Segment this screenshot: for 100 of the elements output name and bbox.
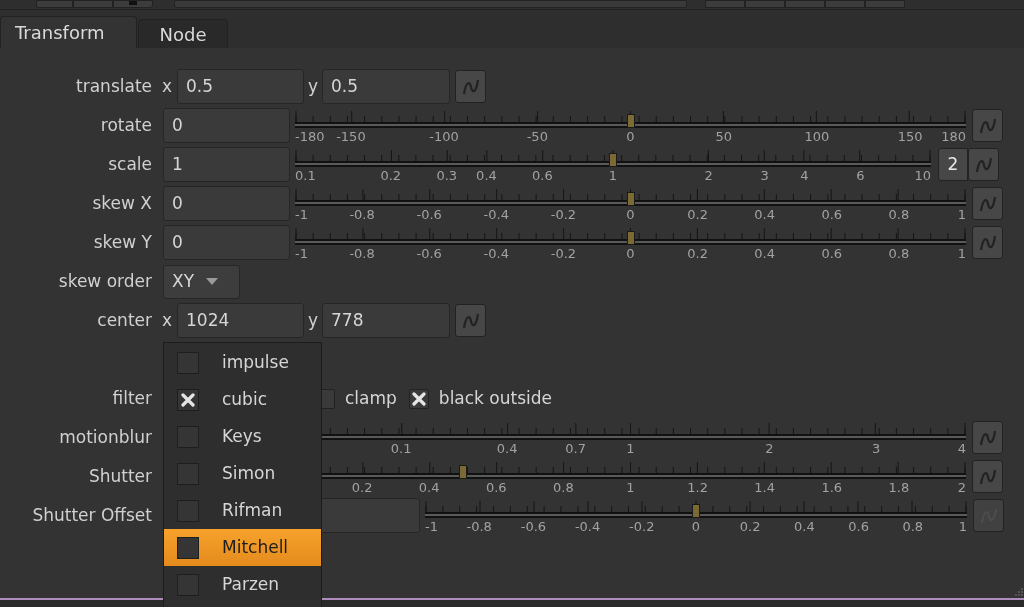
- value-field[interactable]: 0: [163, 186, 290, 221]
- tick-label: 1.8: [888, 480, 910, 495]
- axis-label: y: [308, 74, 320, 98]
- toolbar-button[interactable]: [825, 0, 865, 8]
- axis-label: y: [308, 308, 320, 332]
- menu-item[interactable]: Keys: [164, 418, 321, 455]
- toolbar-button[interactable]: [745, 0, 785, 8]
- tick-label: -0.4: [483, 207, 509, 222]
- knob-label: Shutter: [88, 464, 152, 488]
- slider-thumb[interactable]: [626, 192, 635, 206]
- menu-item[interactable]: Parzen: [164, 566, 321, 603]
- animation-button[interactable]: [968, 148, 999, 181]
- checkbox[interactable]: [408, 388, 429, 409]
- knob-label: filter: [112, 386, 152, 410]
- animation-button[interactable]: [972, 109, 1003, 142]
- animation-button[interactable]: [972, 460, 1003, 493]
- tick-label: 100: [804, 129, 830, 144]
- knob-label: skew X: [92, 191, 152, 215]
- tick-label: 1: [608, 168, 618, 183]
- value-field[interactable]: 0: [163, 225, 290, 260]
- animation-button[interactable]: [972, 226, 1003, 259]
- tick-label: 0.4: [754, 207, 776, 222]
- tick-label: -180: [295, 129, 325, 144]
- tick-label: 0.4: [794, 519, 815, 534]
- tick-label: -0.6: [416, 207, 442, 222]
- tick-label: -1: [295, 246, 308, 261]
- animation-button[interactable]: [455, 70, 486, 103]
- tick-label: -0.2: [629, 519, 655, 534]
- value-field[interactable]: 0.5: [177, 69, 304, 104]
- value-field[interactable]: 0.5: [322, 69, 450, 104]
- knob-label: rotate: [100, 113, 152, 137]
- checkbox-label: clamp: [345, 386, 397, 410]
- axis-label: x: [162, 74, 174, 98]
- slider-thumb[interactable]: [626, 231, 635, 245]
- knob-label: translate: [76, 74, 152, 98]
- tick-label: -0.4: [574, 519, 601, 534]
- tick-label: 0: [626, 129, 635, 144]
- tick-label: 0.8: [553, 480, 574, 495]
- tick-label: 0.1: [390, 441, 412, 456]
- tab[interactable]: Node: [138, 19, 228, 48]
- knob-label: motionblur: [59, 425, 152, 449]
- tick-label: -0.2: [550, 246, 577, 261]
- tick-label: 50: [715, 129, 732, 144]
- dropdown-button[interactable]: XY: [163, 264, 240, 299]
- tick-label: 0.4: [476, 168, 497, 183]
- tick-label: 1: [957, 246, 966, 261]
- menu-item[interactable]: Simon: [164, 455, 321, 492]
- tick-label: -1: [425, 519, 438, 534]
- toolbar-button[interactable]: [705, 0, 745, 8]
- tick-label: 0.2: [739, 519, 761, 534]
- tick-label: 4: [957, 441, 966, 456]
- toolbar-button[interactable]: [113, 0, 153, 8]
- toolbar-button[interactable]: [865, 0, 905, 8]
- knob-label: skew Y: [93, 230, 152, 254]
- tick-label: -0.6: [416, 246, 442, 261]
- checkbox[interactable]: [177, 536, 199, 559]
- knob-label: scale: [108, 152, 152, 176]
- value-field[interactable]: 0: [163, 108, 290, 143]
- tick-label: -0.2: [550, 207, 577, 222]
- slider-thumb[interactable]: [692, 504, 700, 518]
- value-field[interactable]: 778: [322, 303, 450, 338]
- value-field[interactable]: 1024: [177, 303, 304, 338]
- slider-thumb[interactable]: [609, 153, 617, 167]
- caret-icon: [206, 278, 219, 285]
- animation-button[interactable]: [455, 304, 486, 337]
- view-count-button[interactable]: 2: [938, 148, 968, 181]
- toolbar-button[interactable]: [73, 0, 113, 8]
- toolbar-button[interactable]: [785, 0, 825, 8]
- tick-label: -100: [429, 129, 459, 144]
- value-field[interactable]: 1: [163, 147, 290, 182]
- menu-item[interactable]: Mitchell: [164, 529, 321, 566]
- tick-label: 1.6: [821, 480, 843, 495]
- toolbar-field[interactable]: [174, 0, 687, 8]
- tick-label: 0.7: [565, 441, 587, 456]
- tick-label: 10: [914, 168, 931, 183]
- toolbar-button[interactable]: [36, 0, 73, 8]
- tick-label: -0.6: [520, 519, 547, 534]
- animation-button[interactable]: [972, 421, 1003, 454]
- animation-button[interactable]: [973, 499, 1004, 532]
- tick-label: -1: [295, 207, 308, 222]
- tick-label: -0.4: [483, 246, 509, 261]
- slider-thumb[interactable]: [458, 465, 467, 479]
- tab[interactable]: Transform: [0, 16, 137, 48]
- axis-label: x: [162, 308, 174, 332]
- tick-label: -150: [336, 129, 366, 144]
- tick-label: 1: [626, 480, 635, 495]
- tick-label: 0.2: [380, 168, 402, 183]
- menu-item[interactable]: Rifman: [164, 492, 321, 529]
- menu-item[interactable]: cubic: [164, 381, 321, 418]
- tick-label: 0.2: [687, 246, 708, 261]
- menu-item[interactable]: impulse: [164, 344, 321, 381]
- checkbox[interactable]: [177, 388, 199, 411]
- slider-thumb[interactable]: [626, 114, 635, 128]
- cross-mark-icon: [411, 391, 426, 406]
- tick-label: 0.4: [418, 480, 440, 495]
- animation-button[interactable]: [972, 187, 1003, 220]
- tick-label: 2: [704, 168, 713, 183]
- tick-label: 0.1: [295, 168, 316, 183]
- tick-label: 6: [856, 168, 865, 183]
- tick-label: 0.8: [902, 519, 924, 534]
